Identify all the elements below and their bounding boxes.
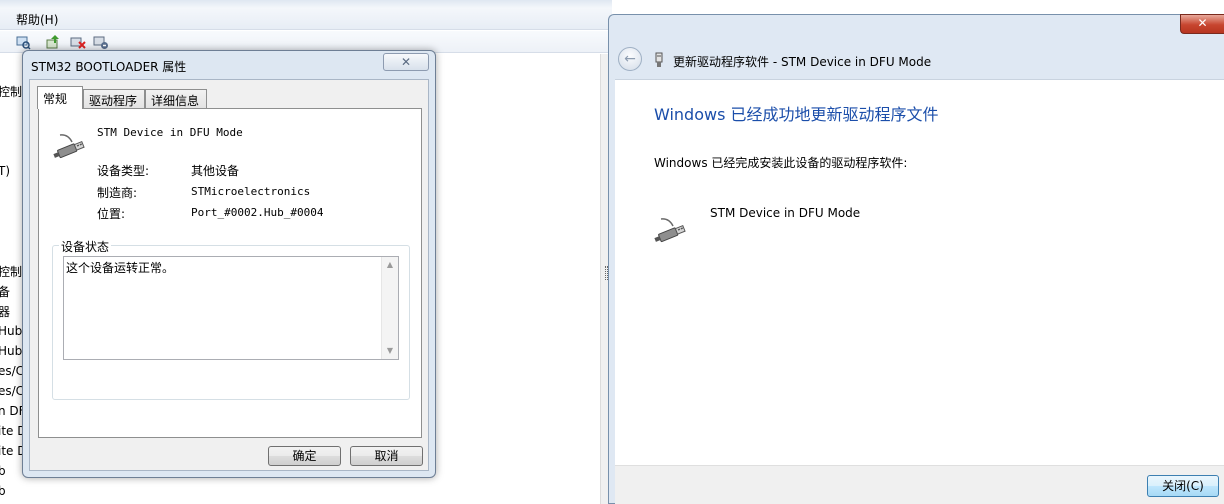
wizard-footer: 关闭(C) [615,465,1224,504]
tree-item[interactable]: b [0,484,6,498]
tree-item[interactable]: b [0,464,6,478]
menu-bar: 帮助(H) [0,8,612,30]
property-value-device-type: 其他设备 [191,164,240,178]
device-status-group: 设备状态 这个设备运转正常。 ▲ ▼ [52,238,410,400]
close-icon: ✕ [1197,16,1208,30]
wizard-content: Windows 已经成功地更新驱动程序文件 Windows 已经完成安装此设备的… [615,79,1224,504]
tree-item[interactable]: es/C [0,384,24,398]
tree-item[interactable]: Hub [0,344,22,358]
device-status-textbox[interactable]: 这个设备运转正常。 ▲ ▼ [63,256,399,360]
general-tab-panel: STM Device in DFU Mode 设备类型: 其他设备 制造商: S… [38,108,422,438]
tree-item[interactable]: 备 [0,283,10,300]
tab-general[interactable]: 常规 [37,86,83,109]
wizard-description: Windows 已经完成安装此设备的驱动程序软件: [654,156,908,170]
tree-item[interactable]: Hub [0,324,22,338]
wizard-device-name: STM Device in DFU Mode [710,206,861,220]
menu-help[interactable]: 帮助(H) [16,11,58,28]
scroll-down-icon[interactable]: ▼ [382,344,398,358]
tree-item[interactable]: es/C [0,364,24,378]
usb-device-icon [52,133,86,159]
close-button[interactable]: 关闭(C) [1147,475,1219,497]
wizard-nav-title: 更新驱动程序软件 - STM Device in DFU Mode [673,55,932,69]
update-driver-icon[interactable] [45,34,61,50]
device-name: STM Device in DFU Mode [97,126,243,139]
property-value-location: Port_#0002.Hub_#0004 [191,206,324,219]
wizard-caption-close-button[interactable]: ✕ [1180,14,1224,34]
dialog-client: 常规 驱动程序 详细信息 STM Device in DFU Mode 设备类型… [29,79,429,471]
device-status-label: 设备状态 [59,238,112,255]
disable-device-icon[interactable] [93,34,109,50]
cancel-button[interactable]: 取消 [350,446,423,466]
property-label-device-type: 设备类型: [97,164,150,178]
wizard-heading: Windows 已经成功地更新驱动程序文件 [654,105,939,124]
dialog-close-button[interactable]: ✕ [383,53,429,71]
wizard-navbar: ← 更新驱动程序软件 - STM Device in DFU Mode [609,43,1224,79]
device-status-text: 这个设备运转正常。 [66,261,175,275]
dialog-titlebar[interactable]: STM32 BOOTLOADER 属性 ✕ [23,51,435,79]
uninstall-device-icon[interactable] [70,34,86,50]
tree-item[interactable]: 器 [0,303,10,320]
close-icon: ✕ [400,55,412,69]
tab-driver[interactable]: 驱动程序 [83,89,145,108]
scroll-up-icon[interactable]: ▲ [382,258,398,272]
property-label-location: 位置: [97,207,126,221]
device-properties-dialog: STM32 BOOTLOADER 属性 ✕ 常规 驱动程序 详细信息 STM D… [22,50,436,478]
update-driver-wizard: ✕ ← 更新驱动程序软件 - STM Device in DFU Mode Wi… [608,14,1224,504]
usb-device-icon [653,217,687,243]
ok-button[interactable]: 确定 [268,446,341,466]
property-label-manufacturer: 制造商: [97,186,138,200]
tab-details[interactable]: 详细信息 [145,89,207,108]
usb-plug-icon [653,52,665,68]
tree-item[interactable]: T) [0,164,10,178]
back-button[interactable]: ← [618,47,642,71]
scan-hardware-icon[interactable] [15,34,31,50]
dialog-title: STM32 BOOTLOADER 属性 [31,60,187,74]
window-top-border [0,0,612,8]
back-arrow-icon: ← [624,51,636,67]
status-scrollbar[interactable]: ▲ ▼ [381,257,398,359]
property-value-manufacturer: STMicroelectronics [191,185,311,198]
